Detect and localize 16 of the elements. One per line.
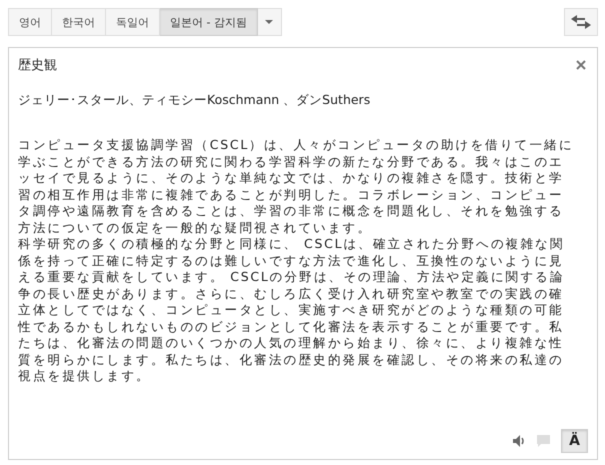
body-paragraph: コンピュータ支援協調学習（CSCL）は、人々がコンピュータの助けを借りて一緒に学ぶことができる方法の研究に関わる学習科学の新たな分野である。我々はこのエッセイで見るように、そのような単純な文では、かなりの複雑さを隠す。技術と学習の相互作用は非常に複雑であることが判明した。コラボレーション、コンピュータ調停や遠隔教育を含めることは、学習の非常に概念を問題化し、それを勉強する方法についての仮定を一般的な疑問視されています。 [18,137,575,236]
language-dropdown-button[interactable] [258,8,282,36]
language-tab[interactable]: 일본어 - 감지됨 [160,8,258,36]
document-title: 歴史観 [18,57,57,74]
speaker-icon[interactable] [513,435,526,447]
body-paragraph: 科学研究の多くの積極的な分野と同様に、 CSCLは、確立された分野への複雑な関係を持って正確に特定するのは難しいですな方法で進化し、互換性のないように見える重要な貢献をしています。 CSCLの分野は、その理論、方法や定義に関する論争の長い歴史があります。さらに、むしろ広く受け入れ研究室や教室での実践の確立体としてではなく、コンピュータとし、実施すべき研究がどのような種類の可能性であるかもしれないもののビジョンとして化審法を表示することが重要です。私たちは、化審法の問題のいくつかの人気の理解から始まり、徐々に、より複雑な性質を明らかにします。私たちは、化審法の歴史的発展を確認し、その将来の私達の視点を提供します。 [18,236,566,384]
caret-icon [265,20,274,24]
swap-languages-button[interactable] [564,8,598,36]
language-tab[interactable]: 한국어 [52,8,106,36]
language-tab[interactable]: 독일어 [106,8,160,36]
source-text-area[interactable] [8,47,598,460]
language-tab[interactable]: 영어 [8,8,52,36]
font-toggle-button[interactable]: Ä [561,429,588,453]
authors-line: ジェリー･スタール、ティモシーKoschmann 、ダンSuthers [18,92,372,109]
swap-arrows-icon [571,15,591,29]
close-icon[interactable] [576,60,586,70]
